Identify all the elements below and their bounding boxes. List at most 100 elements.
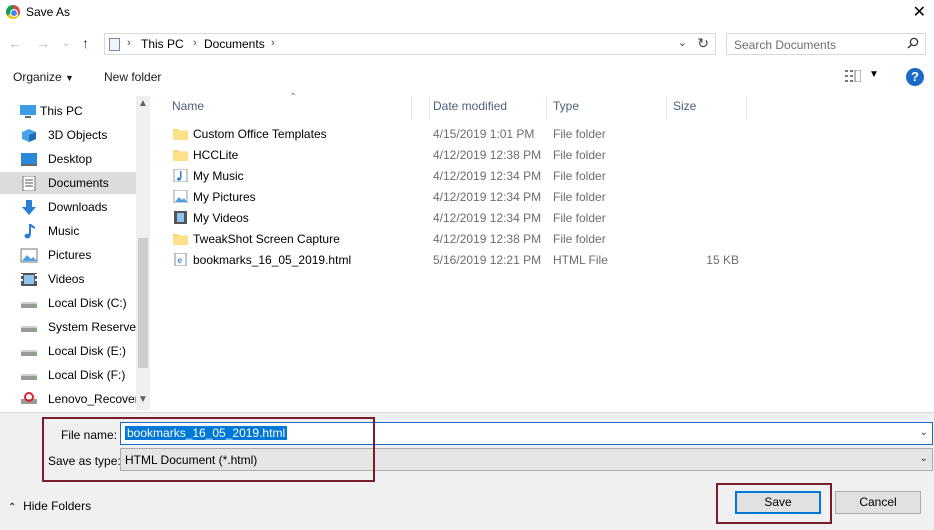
back-arrow-icon[interactable]: ← — [8, 35, 22, 51]
column-header-name[interactable]: Name — [150, 96, 430, 120]
sidebar-item-downloads[interactable]: Downloads — [0, 196, 136, 218]
file-row[interactable]: HCCLite 4/12/2019 12:38 PM File folder — [170, 145, 790, 165]
file-date-cell: 4/12/2019 12:34 PM — [433, 190, 542, 204]
sidebar-item-label: Local Disk (F:) — [48, 368, 126, 382]
view-options-icon[interactable] — [845, 70, 861, 82]
folder-icon — [173, 127, 188, 140]
sidebar-item-local-disk-c[interactable]: Local Disk (C:) — [0, 292, 136, 314]
search-placeholder: Search Documents — [734, 38, 837, 52]
file-type-cell: File folder — [553, 127, 606, 141]
pictures-folder-icon — [173, 189, 188, 204]
column-header-type[interactable]: Type — [547, 96, 667, 120]
sidebar-item-label: Local Disk (E:) — [48, 344, 127, 358]
close-icon[interactable]: ✕ — [913, 2, 926, 22]
file-date-cell: 5/16/2019 12:21 PM — [433, 253, 542, 267]
cancel-button[interactable]: Cancel — [835, 491, 921, 514]
file-row[interactable]: TweakShot Screen Capture 4/12/2019 12:38 … — [170, 229, 790, 249]
navigation-bar: ← → ⌄ ↑ › This PC › Documents › ⌄ ↻ Sear… — [0, 30, 934, 58]
address-bar[interactable]: › This PC › Documents › ⌄ ↻ — [104, 33, 716, 55]
sidebar-scrollbar[interactable]: ▲ ▼ — [136, 96, 150, 410]
up-arrow-icon[interactable]: ↑ — [82, 35, 89, 51]
hide-folders-toggle[interactable]: ⌃ Hide Folders — [8, 499, 91, 513]
drive-icon — [20, 320, 38, 335]
file-date-cell: 4/12/2019 12:34 PM — [433, 211, 542, 225]
sidebar-item-pictures[interactable]: Pictures — [0, 244, 136, 266]
desktop-icon — [20, 152, 38, 167]
file-list: ⌃ Name Date modified Type Size Custom Of… — [150, 92, 934, 410]
file-name-dropdown-icon[interactable]: ⌄ — [920, 427, 928, 438]
view-dropdown-caret-icon[interactable]: ▼ — [869, 69, 879, 80]
file-name-cell: TweakShot Screen Capture — [193, 232, 340, 246]
videos-folder-icon — [173, 211, 188, 224]
picture-icon — [20, 248, 38, 263]
save-form-panel: File name: bookmarks_16_05_2019.html ⌄ S… — [0, 412, 934, 530]
sidebar-item-local-disk-e[interactable]: Local Disk (E:) — [0, 340, 136, 362]
file-type-cell: File folder — [553, 148, 606, 162]
file-row[interactable]: Custom Office Templates 4/15/2019 1:01 PM… — [170, 124, 790, 144]
file-name-cell: My Pictures — [193, 190, 256, 204]
dropdown-caret-icon: ▼ — [65, 73, 74, 83]
sidebar-item-videos[interactable]: Videos — [0, 268, 136, 290]
file-row[interactable]: e bookmarks_16_05_2019.html 5/16/2019 12:2… — [170, 250, 790, 270]
recovery-drive-icon — [20, 392, 38, 407]
column-header-size[interactable]: Size — [667, 96, 747, 120]
sidebar-item-music[interactable]: Music — [0, 220, 136, 242]
command-toolbar: Organize ▼ New folder ▼ ? — [0, 62, 934, 92]
recent-locations-chevron-icon[interactable]: ⌄ — [62, 38, 70, 49]
file-type-cell: File folder — [553, 169, 606, 183]
file-name-cell: HCCLite — [193, 148, 239, 162]
file-name-cell: bookmarks_16_05_2019.html — [193, 253, 352, 267]
sidebar-item-label: Downloads — [48, 200, 108, 214]
cube-icon — [20, 128, 38, 143]
address-dropdown-chevron-icon[interactable]: ⌄ — [678, 36, 687, 49]
sidebar-item-system-reserved[interactable]: System Reserved — [0, 316, 143, 338]
scroll-up-icon[interactable]: ▲ — [138, 98, 148, 109]
file-name-cell: My Videos — [193, 211, 249, 225]
chrome-icon — [6, 5, 20, 19]
file-row[interactable]: My Videos 4/12/2019 12:34 PM File folder — [170, 208, 790, 228]
breadcrumb-separator-icon[interactable]: › — [193, 37, 197, 49]
sidebar-item-3d-objects[interactable]: 3D Objects — [0, 124, 136, 146]
save-type-dropdown-icon[interactable]: ⌄ — [920, 453, 928, 464]
save-type-select[interactable]: HTML Document (*.html) ⌄ — [120, 448, 933, 471]
file-name-value[interactable]: bookmarks_16_05_2019.html — [125, 426, 288, 440]
sidebar-item-label: System Reserved — [48, 320, 143, 334]
breadcrumb-separator-icon[interactable]: › — [127, 37, 131, 49]
breadcrumb-separator-icon[interactable]: › — [271, 37, 275, 49]
forward-arrow-icon[interactable]: → — [36, 35, 50, 51]
organize-menu[interactable]: Organize ▼ — [13, 70, 74, 84]
sidebar-item-lenovo-recovery[interactable]: Lenovo_Recovery — [0, 388, 145, 410]
help-icon[interactable]: ? — [906, 68, 924, 86]
sidebar-item-desktop[interactable]: Desktop — [0, 148, 136, 170]
file-type-cell: HTML File — [553, 253, 608, 267]
save-button[interactable]: Save — [735, 491, 821, 514]
save-type-value: HTML Document (*.html) — [125, 453, 258, 467]
svg-text:e: e — [177, 256, 182, 265]
navigation-pane: This PC 3D Objects Desktop Documents Downloa… — [0, 96, 150, 410]
file-name-label: File name: — [61, 428, 118, 442]
breadcrumb-this-pc[interactable]: This PC — [141, 37, 184, 51]
column-header-date[interactable]: Date modified — [411, 96, 547, 120]
scrollbar-thumb[interactable] — [138, 238, 148, 368]
sidebar-item-local-disk-f[interactable]: Local Disk (F:) — [0, 364, 136, 386]
file-name-cell: Custom Office Templates — [193, 127, 327, 141]
file-row[interactable]: My Music 4/12/2019 12:34 PM File folder — [170, 166, 790, 186]
file-type-cell: File folder — [553, 232, 606, 246]
sidebar-item-documents[interactable]: Documents — [0, 172, 136, 194]
new-folder-button[interactable]: New folder — [104, 70, 161, 84]
refresh-icon[interactable]: ↻ — [697, 35, 709, 52]
file-type-cell: File folder — [553, 190, 606, 204]
html-file-icon: e — [173, 252, 188, 267]
sidebar-item-this-pc[interactable]: This PC — [0, 100, 136, 122]
location-icon — [109, 38, 120, 51]
breadcrumb-documents[interactable]: Documents — [204, 37, 265, 51]
scroll-down-icon[interactable]: ▼ — [138, 394, 148, 405]
search-icon — [907, 37, 919, 49]
file-row[interactable]: My Pictures 4/12/2019 12:34 PM File folder — [170, 187, 790, 207]
sidebar-item-label: Music — [48, 224, 80, 238]
sidebar-item-label: Local Disk (C:) — [48, 296, 127, 310]
file-date-cell: 4/12/2019 12:38 PM — [433, 148, 542, 162]
title-bar: Save As ✕ — [0, 0, 934, 26]
search-input[interactable]: Search Documents — [726, 33, 926, 55]
file-name-input[interactable]: bookmarks_16_05_2019.html ⌄ — [120, 422, 933, 445]
